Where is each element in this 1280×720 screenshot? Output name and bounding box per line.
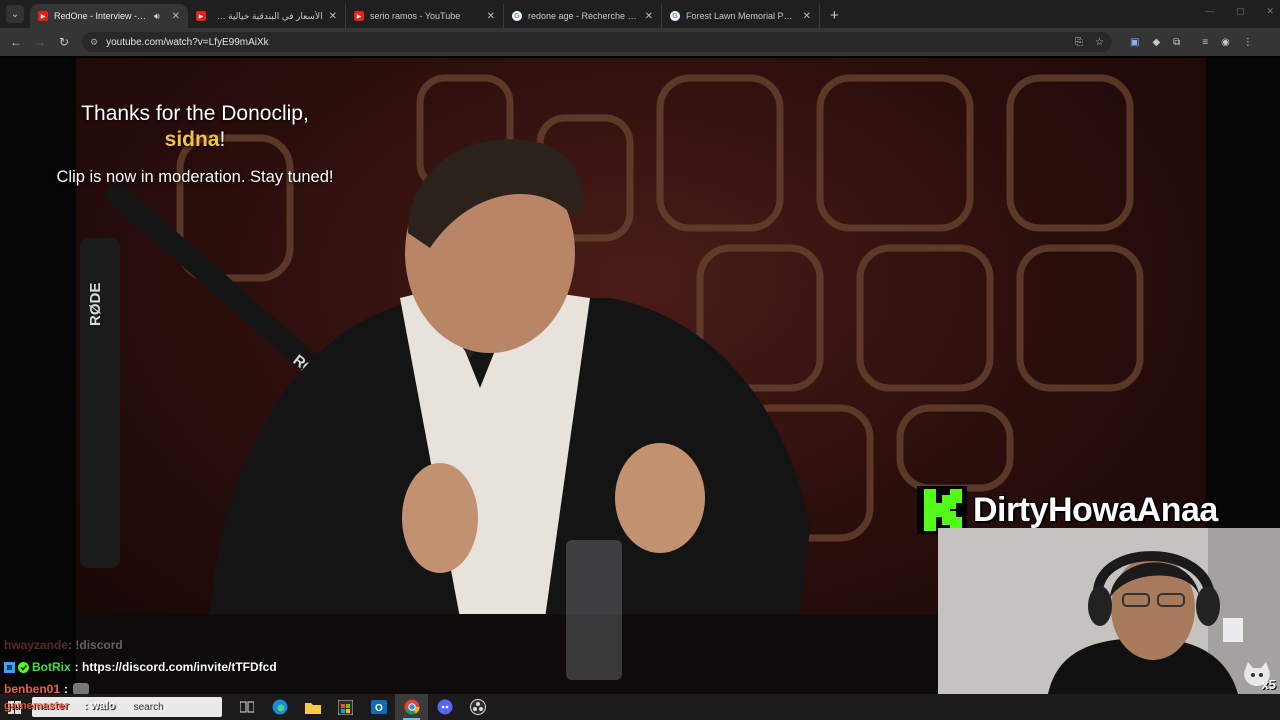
- audio-speaker-icon[interactable]: 🔊︎: [154, 11, 160, 22]
- tab-redone-interview[interactable]: ▶ RedOne - Interview - YouTube 🔊︎ ✕: [30, 4, 188, 28]
- youtube-icon: ▶: [38, 11, 48, 21]
- chat-username: gamemaster: [4, 700, 69, 712]
- extensions-puzzle-icon[interactable]: ⧉: [1173, 37, 1180, 48]
- install-app-icon[interactable]: ⎘: [1075, 37, 1083, 48]
- bookmark-star-icon[interactable]: ☆: [1095, 37, 1104, 48]
- maximize-icon[interactable]: ▢: [1236, 6, 1245, 17]
- tab-title: RedOne - Interview - YouTube: [54, 11, 148, 21]
- chrome-browser-icon[interactable]: [395, 694, 428, 720]
- close-tab-icon[interactable]: ✕: [803, 11, 811, 22]
- edge-browser-icon[interactable]: [263, 694, 296, 720]
- chat-username: hwayzande: [4, 638, 69, 652]
- streamer-brand-banner: DirtyHowaAnaa: [917, 486, 1218, 534]
- browser-toolbar: ← → ↻ ⚙ youtube.com/watch?v=LfyE99mAiXk …: [0, 28, 1280, 56]
- site-info-icon[interactable]: ⚙: [90, 37, 98, 48]
- donoclip-thanks-text: Thanks for the Donoclip,: [81, 102, 309, 125]
- microsoft-store-icon[interactable]: [329, 694, 362, 720]
- taskbar-search-input[interactable]: ⌕ gamemaster : walo search: [4, 697, 222, 717]
- chat-text: : !discord: [68, 638, 123, 652]
- svg-text:RØDE: RØDE: [87, 283, 104, 326]
- close-tab-icon[interactable]: ✕: [172, 11, 180, 22]
- youtube-icon: ▶: [196, 11, 206, 21]
- gemini-extension-icon[interactable]: ◆: [1152, 37, 1160, 48]
- discord-app-icon[interactable]: [428, 694, 461, 720]
- chat-username: BotRix: [32, 660, 71, 674]
- browser-tab-strip: ⌄ ▶ RedOne - Interview - YouTube 🔊︎ ✕ ▶ …: [0, 0, 1280, 28]
- emote-count: x5: [1261, 677, 1276, 692]
- reading-list-icon[interactable]: ≡: [1202, 37, 1208, 48]
- outlook-mail-icon[interactable]: O: [362, 694, 395, 720]
- tab-title: serio ramos - YouTube: [370, 11, 461, 21]
- donoclip-alert: Thanks for the Donoclip, sidna! Clip is …: [40, 102, 350, 187]
- streamer-webcam: x5: [938, 528, 1280, 694]
- bot-badge-icon: [4, 661, 15, 673]
- profile-avatar-icon[interactable]: ◉: [1221, 37, 1230, 48]
- window-controls: — ▢ ✕: [1205, 6, 1274, 17]
- donor-exclamation: !: [219, 128, 226, 151]
- obs-studio-icon[interactable]: [461, 694, 494, 720]
- tab-title: الأسعار في البندقية خيالية 🙂 جـ: [212, 10, 323, 21]
- browser-menu-icon[interactable]: ⋮: [1243, 37, 1253, 48]
- webcam-person-illustration: [938, 528, 1280, 694]
- streamer-name: DirtyHowaAnaa: [973, 490, 1218, 529]
- minimize-icon[interactable]: —: [1205, 6, 1214, 17]
- forward-arrow-icon[interactable]: →: [28, 35, 52, 49]
- kick-logo-icon: [917, 486, 967, 534]
- google-icon: G: [670, 11, 680, 21]
- google-icon: G: [512, 11, 522, 21]
- address-bar[interactable]: ⚙ youtube.com/watch?v=LfyE99mAiXk ⎘ ☆: [82, 32, 1112, 52]
- tab-venice-prices[interactable]: ▶ الأسعار في البندقية خيالية 🙂 جـ ✕: [188, 4, 346, 28]
- close-tab-icon[interactable]: ✕: [329, 11, 337, 22]
- chat-text: : walo: [84, 700, 116, 712]
- reload-icon[interactable]: ↻: [52, 35, 76, 49]
- donoclip-donor-line: sidna!: [40, 128, 350, 152]
- close-window-icon[interactable]: ✕: [1266, 6, 1274, 17]
- windows-taskbar: ⌕ gamemaster : walo search O: [0, 694, 1280, 720]
- new-tab-plus-icon[interactable]: +: [830, 7, 839, 24]
- donoclip-moderation-text: Clip is now in moderation. Stay tuned!: [56, 168, 334, 186]
- tab-forest-lawn[interactable]: G Forest Lawn Memorial Park – Google ✕: [662, 4, 820, 28]
- search-placeholder: search: [133, 701, 164, 713]
- address-url: youtube.com/watch?v=LfyE99mAiXk: [106, 36, 269, 48]
- chat-message: BotRix : https://discord.com/invite/tTFD…: [0, 656, 600, 678]
- back-arrow-icon[interactable]: ←: [4, 35, 28, 49]
- chat-text: : https://discord.com/invite/tTFDfcd: [74, 660, 277, 674]
- tab-title: redone age - Recherche Google: [528, 11, 639, 21]
- close-tab-icon[interactable]: ✕: [645, 11, 653, 22]
- task-view-icon[interactable]: [230, 694, 263, 720]
- verified-badge-icon: [18, 661, 29, 673]
- youtube-icon: ▶: [354, 11, 364, 21]
- chat-message: hwayzande : !discord: [0, 634, 600, 656]
- tab-search-chevron-icon[interactable]: ⌄: [6, 5, 24, 23]
- stream-chat-overlay: hwayzande : !discord BotRix : https://di…: [0, 634, 600, 700]
- desktop: ⌄ ▶ RedOne - Interview - YouTube 🔊︎ ✕ ▶ …: [0, 0, 1280, 720]
- file-explorer-icon[interactable]: [296, 694, 329, 720]
- svg-text:O: O: [375, 703, 383, 714]
- video-player[interactable]: RØDE RØDE Thanks for the Donoclip, sidna…: [0, 58, 1280, 694]
- guest-person: [210, 139, 810, 618]
- tab-title: Forest Lawn Memorial Park – Google: [686, 11, 797, 21]
- translate-extension-icon[interactable]: ▣: [1130, 37, 1139, 48]
- cat-emote-icon: x5: [1242, 660, 1276, 692]
- donor-name: sidna: [164, 128, 220, 151]
- close-tab-icon[interactable]: ✕: [487, 11, 495, 22]
- tab-redone-age[interactable]: G redone age - Recherche Google ✕: [504, 4, 662, 28]
- tab-serio-ramos[interactable]: ▶ serio ramos - YouTube ✕: [346, 4, 504, 28]
